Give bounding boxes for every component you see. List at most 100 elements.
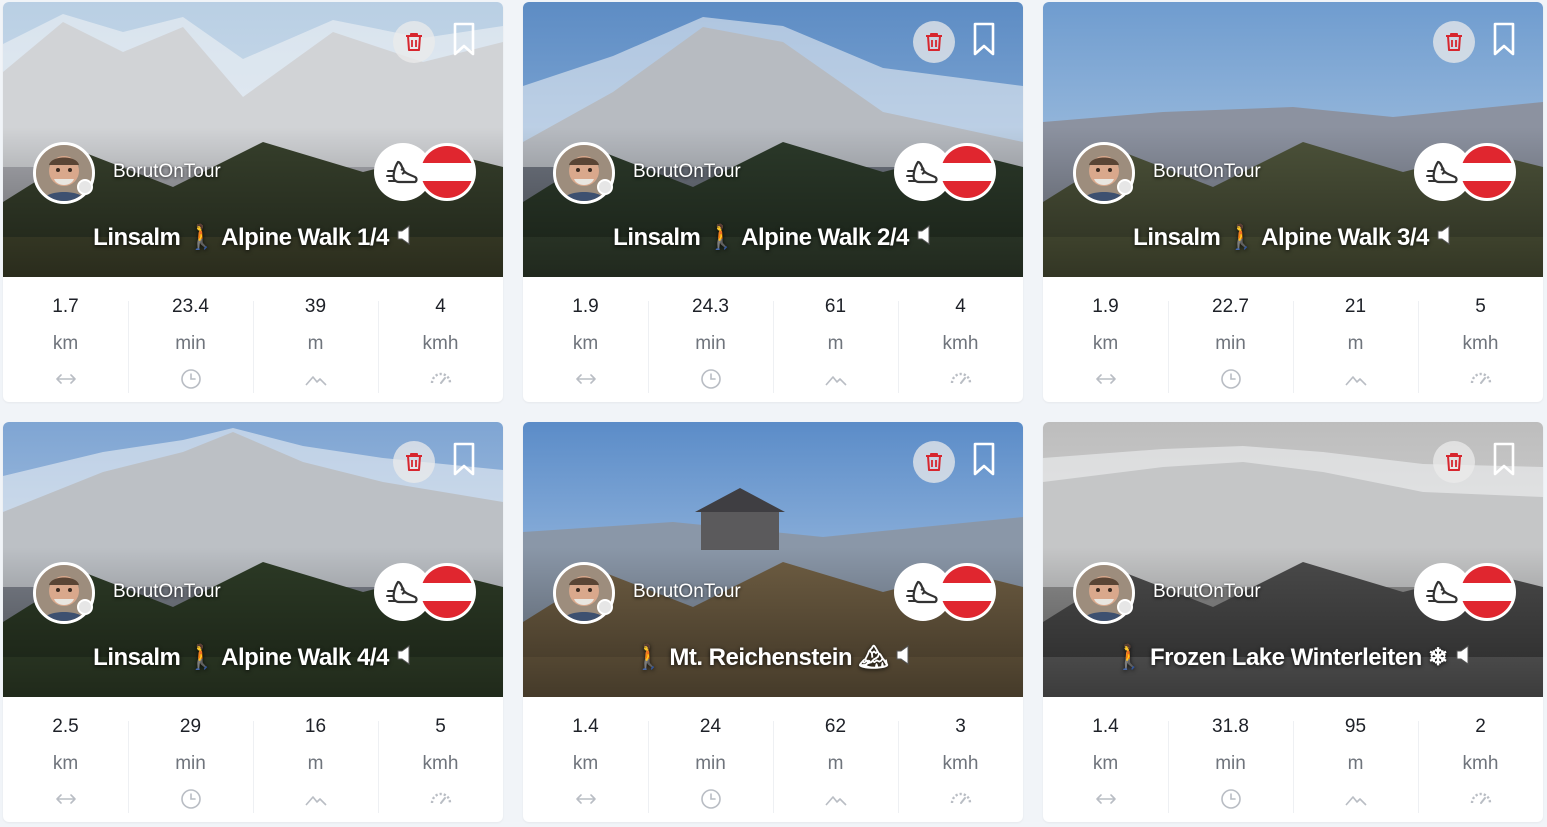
- stat-unit: min: [1215, 753, 1246, 774]
- tour-title-wrap[interactable]: Linsalm 🚶 Alpine Walk 1/4: [3, 223, 503, 253]
- stat-unit: kmh: [942, 753, 979, 774]
- tour-card[interactable]: BorutOnTour Linsalm 🚶 Alpine Walk 1/4 1.…: [3, 2, 503, 402]
- bookmark-button[interactable]: [1493, 442, 1515, 476]
- bookmark-button[interactable]: [1493, 22, 1515, 56]
- clock-icon: [179, 368, 203, 390]
- author-name[interactable]: BorutOnTour: [1153, 581, 1261, 603]
- stat-column: 23.4 min: [128, 277, 253, 402]
- tour-card[interactable]: BorutOnTour 🚶 Frozen Lake Winterleiten ❄…: [1043, 422, 1543, 822]
- tour-grid: BorutOnTour Linsalm 🚶 Alpine Walk 1/4 1.…: [0, 0, 1547, 827]
- stat-unit: kmh: [422, 753, 459, 774]
- tour-title-wrap[interactable]: Linsalm 🚶 Alpine Walk 4/4: [3, 643, 503, 673]
- tour-card[interactable]: BorutOnTour Linsalm 🚶 Alpine Walk 2/4 1.…: [523, 2, 1023, 402]
- tour-stats: 2.5 km 29 min 16 m 5 kmh: [3, 697, 503, 822]
- tour-thumbnail[interactable]: BorutOnTour 🚶 Mt. Reichenstein 🏔: [523, 422, 1023, 697]
- walking-shoe-icon: [1426, 160, 1458, 184]
- stat-unit: m: [1347, 333, 1364, 354]
- bookmark-button[interactable]: [453, 442, 475, 476]
- author-name[interactable]: BorutOnTour: [1153, 161, 1261, 183]
- stat-value: 61: [824, 296, 847, 317]
- stat-unit: m: [827, 333, 844, 354]
- stat-column: 1.9 km: [523, 277, 648, 402]
- stat-column: 4 kmh: [898, 277, 1023, 402]
- stat-column: 1.9 km: [1043, 277, 1168, 402]
- delete-button[interactable]: [913, 441, 955, 483]
- stat-unit: km: [52, 333, 79, 354]
- tour-title-wrap[interactable]: 🚶 Mt. Reichenstein 🏔: [523, 643, 1023, 673]
- stat-unit: km: [572, 753, 599, 774]
- tour-thumbnail[interactable]: BorutOnTour Linsalm 🚶 Alpine Walk 4/4: [3, 422, 503, 697]
- status-indicator: [1117, 179, 1133, 195]
- tour-title-wrap[interactable]: Linsalm 🚶 Alpine Walk 3/4: [1043, 223, 1543, 253]
- tour-title-wrap[interactable]: Linsalm 🚶 Alpine Walk 2/4: [523, 223, 1023, 253]
- stat-unit: kmh: [942, 333, 979, 354]
- delete-button[interactable]: [393, 21, 435, 63]
- author-name[interactable]: BorutOnTour: [633, 161, 741, 183]
- tour-title: Linsalm 🚶 Alpine Walk 4/4: [93, 644, 389, 671]
- delete-button[interactable]: [913, 21, 955, 63]
- trash-icon: [406, 453, 422, 471]
- tour-thumbnail[interactable]: BorutOnTour 🚶 Frozen Lake Winterleiten ❄: [1043, 422, 1543, 697]
- stat-column: 5 kmh: [378, 697, 503, 822]
- stat-unit: m: [307, 333, 324, 354]
- tour-card[interactable]: BorutOnTour Linsalm 🚶 Alpine Walk 4/4 2.…: [3, 422, 503, 822]
- bookmark-button[interactable]: [453, 22, 475, 56]
- bookmark-icon: [453, 22, 475, 56]
- stat-value: 23.4: [172, 296, 209, 317]
- bookmark-button[interactable]: [973, 442, 995, 476]
- stat-value: 29: [179, 716, 202, 737]
- stat-value: 4: [955, 296, 966, 317]
- tour-card[interactable]: BorutOnTour 🚶 Mt. Reichenstein 🏔 1.4 km 24…: [523, 422, 1023, 822]
- status-indicator: [77, 599, 93, 615]
- stat-value: 1.9: [1092, 296, 1119, 317]
- author-name[interactable]: BorutOnTour: [113, 581, 221, 603]
- stat-value: 1.9: [572, 296, 599, 317]
- stat-column: 24 min: [648, 697, 773, 822]
- clock-icon: [699, 788, 723, 810]
- stat-value: 24.3: [692, 296, 729, 317]
- stat-value: 24: [699, 716, 722, 737]
- austria-flag-icon: [1458, 143, 1516, 201]
- delete-button[interactable]: [1433, 21, 1475, 63]
- distance-arrows-icon: [1094, 788, 1118, 810]
- tour-stats: 1.9 km 22.7 min 21 m 5 kmh: [1043, 277, 1543, 402]
- speedometer-icon: [1469, 368, 1493, 390]
- stat-column: 31.8 min: [1168, 697, 1293, 822]
- walking-shoe-icon: [906, 580, 938, 604]
- delete-button[interactable]: [1433, 441, 1475, 483]
- speedometer-icon: [1469, 788, 1493, 810]
- tour-card[interactable]: BorutOnTour Linsalm 🚶 Alpine Walk 3/4 1.…: [1043, 2, 1543, 402]
- stat-value: 5: [1475, 296, 1486, 317]
- tour-thumbnail[interactable]: BorutOnTour Linsalm 🚶 Alpine Walk 2/4: [523, 2, 1023, 277]
- stat-column: 62 m: [773, 697, 898, 822]
- speaker-icon: [1437, 224, 1453, 253]
- stat-column: 3 kmh: [898, 697, 1023, 822]
- delete-button[interactable]: [393, 441, 435, 483]
- stat-column: 4 kmh: [378, 277, 503, 402]
- stat-column: 21 m: [1293, 277, 1418, 402]
- tour-thumbnail[interactable]: BorutOnTour Linsalm 🚶 Alpine Walk 1/4: [3, 2, 503, 277]
- stat-unit: min: [175, 753, 206, 774]
- tour-title-wrap[interactable]: 🚶 Frozen Lake Winterleiten ❄: [1043, 643, 1543, 673]
- bookmark-button[interactable]: [973, 22, 995, 56]
- status-indicator: [77, 179, 93, 195]
- tour-thumbnail[interactable]: BorutOnTour Linsalm 🚶 Alpine Walk 3/4: [1043, 2, 1543, 277]
- stat-column: 95 m: [1293, 697, 1418, 822]
- stat-column: 29 min: [128, 697, 253, 822]
- walking-shoe-icon: [906, 160, 938, 184]
- stat-column: 22.7 min: [1168, 277, 1293, 402]
- tour-stats: 1.7 km 23.4 min 39 m 4 kmh: [3, 277, 503, 402]
- tour-stats: 1.4 km 24 min 62 m 3 kmh: [523, 697, 1023, 822]
- speaker-icon: [397, 224, 413, 253]
- clock-icon: [1219, 368, 1243, 390]
- tour-title: Linsalm 🚶 Alpine Walk 1/4: [93, 224, 389, 251]
- stat-column: 61 m: [773, 277, 898, 402]
- stat-unit: kmh: [1462, 753, 1499, 774]
- speedometer-icon: [949, 788, 973, 810]
- author-name[interactable]: BorutOnTour: [113, 161, 221, 183]
- stat-unit: min: [175, 333, 206, 354]
- author-name[interactable]: BorutOnTour: [633, 581, 741, 603]
- speaker-icon: [1456, 644, 1472, 673]
- distance-arrows-icon: [54, 368, 78, 390]
- stat-unit: kmh: [1462, 333, 1499, 354]
